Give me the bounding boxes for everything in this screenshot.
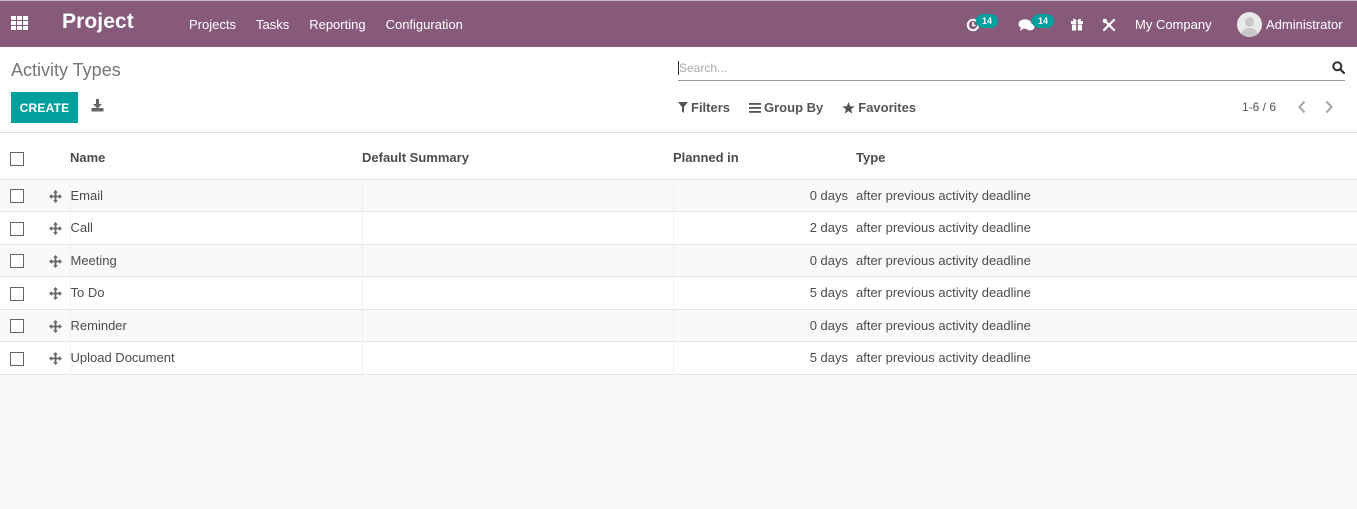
row-checkbox[interactable] bbox=[10, 254, 24, 269]
cell-type: after previous activity deadline bbox=[856, 252, 1031, 268]
favorites-label: Favorites bbox=[858, 100, 917, 115]
cell-default-summary bbox=[361, 244, 673, 277]
column-name[interactable]: Name bbox=[70, 133, 362, 180]
cell-name: Reminder bbox=[69, 309, 362, 342]
menu-reporting[interactable]: Reporting bbox=[309, 17, 365, 32]
activity-types-table: Name Default Summary Planned in Type Ema… bbox=[0, 133, 1357, 375]
favorites-button[interactable]: Favorites bbox=[842, 100, 916, 115]
cell-type: after previous activity deadline bbox=[856, 187, 1031, 203]
menu-configuration[interactable]: Configuration bbox=[386, 17, 463, 32]
filters-button[interactable]: Filters bbox=[678, 100, 730, 115]
search-icon[interactable] bbox=[1332, 61, 1345, 74]
table-row[interactable]: Call 2 days after previous activity dead… bbox=[0, 211, 1357, 244]
top-navbar: Project Projects Tasks Reporting Configu… bbox=[0, 0, 1357, 47]
filters-label: Filters bbox=[691, 100, 731, 115]
breadcrumb: Activity Types bbox=[11, 60, 121, 80]
app-title: Project bbox=[62, 10, 134, 33]
cell-name: Meeting bbox=[69, 244, 362, 277]
message-count-badge: 14 bbox=[1032, 14, 1055, 28]
group-by-button[interactable]: Group By bbox=[749, 100, 823, 115]
table-row[interactable]: Meeting 0 days after previous activity d… bbox=[0, 244, 1357, 277]
user-avatar[interactable] bbox=[1237, 12, 1262, 37]
menu-tasks[interactable]: Tasks bbox=[256, 17, 289, 32]
cell-name: Email bbox=[69, 179, 362, 212]
download-icon[interactable] bbox=[91, 99, 104, 112]
filter-icon bbox=[678, 102, 688, 113]
control-panel: Activity Types CREATE Filters Group By F… bbox=[0, 47, 1357, 133]
main-menu: Projects Tasks Reporting Configuration bbox=[189, 17, 483, 32]
cell-default-summary bbox=[361, 341, 673, 374]
user-menu[interactable]: Administrator bbox=[1266, 17, 1343, 32]
drag-handle-icon[interactable] bbox=[49, 254, 62, 268]
column-type[interactable]: Type bbox=[856, 133, 1357, 180]
search-input[interactable] bbox=[678, 58, 1318, 78]
apps-grid-icon[interactable] bbox=[11, 16, 29, 32]
cell-default-summary bbox=[361, 276, 673, 309]
row-checkbox[interactable] bbox=[10, 286, 24, 301]
table-row[interactable]: To Do 5 days after previous activity dea… bbox=[0, 276, 1357, 309]
menu-projects[interactable]: Projects bbox=[189, 17, 236, 32]
row-checkbox[interactable] bbox=[10, 189, 24, 204]
cell-planned-in: 0 days bbox=[672, 179, 856, 212]
create-button[interactable]: CREATE bbox=[11, 92, 78, 123]
cell-type: after previous activity deadline bbox=[856, 350, 1031, 366]
cell-default-summary bbox=[361, 309, 673, 342]
cell-planned-in: 2 days bbox=[672, 211, 856, 244]
star-icon bbox=[842, 101, 855, 114]
row-checkbox[interactable] bbox=[10, 319, 24, 334]
cell-planned-in: 5 days bbox=[672, 276, 856, 309]
pager-value[interactable]: 1-6 / 6 bbox=[1242, 100, 1276, 114]
drag-handle-icon[interactable] bbox=[49, 319, 62, 333]
group-by-label: Group By bbox=[764, 100, 824, 115]
table-row[interactable]: Email 0 days after previous activity dea… bbox=[0, 179, 1357, 212]
cell-default-summary bbox=[361, 211, 673, 244]
cell-type: after previous activity deadline bbox=[856, 285, 1031, 301]
chevron-right-icon[interactable] bbox=[1324, 100, 1334, 114]
cell-default-summary bbox=[361, 179, 673, 212]
activity-count-badge: 14 bbox=[976, 14, 999, 28]
messages-menu-button[interactable]: 14 bbox=[1018, 14, 1058, 33]
activity-menu-button[interactable]: 14 bbox=[966, 14, 1002, 33]
table-row[interactable]: Reminder 0 days after previous activity … bbox=[0, 309, 1357, 342]
cell-name: Call bbox=[69, 211, 362, 244]
drag-handle-icon[interactable] bbox=[49, 222, 62, 236]
activity-types-list: Name Default Summary Planned in Type Ema… bbox=[0, 133, 1357, 375]
bars-icon bbox=[749, 102, 762, 113]
cell-planned-in: 5 days bbox=[672, 341, 856, 374]
debug-tools-icon[interactable] bbox=[1102, 18, 1116, 32]
column-planned-in[interactable]: Planned in bbox=[673, 133, 856, 180]
select-all-checkbox[interactable] bbox=[10, 151, 24, 166]
chevron-left-icon[interactable] bbox=[1297, 100, 1307, 114]
table-row[interactable]: Upload Document 5 days after previous ac… bbox=[0, 341, 1357, 374]
search-options: Filters Group By Favorites bbox=[678, 100, 935, 115]
cell-name: Upload Document bbox=[69, 341, 362, 374]
company-switcher[interactable]: My Company bbox=[1135, 17, 1212, 32]
gift-icon[interactable] bbox=[1070, 17, 1084, 31]
cell-planned-in: 0 days bbox=[672, 244, 856, 277]
search-bar bbox=[678, 58, 1345, 81]
column-default-summary[interactable]: Default Summary bbox=[362, 133, 673, 180]
drag-handle-icon[interactable] bbox=[49, 287, 62, 301]
cell-type: after previous activity deadline bbox=[856, 220, 1031, 236]
row-checkbox[interactable] bbox=[10, 351, 24, 366]
row-checkbox[interactable] bbox=[10, 221, 24, 236]
drag-handle-icon[interactable] bbox=[49, 189, 62, 203]
drag-handle-icon[interactable] bbox=[49, 352, 62, 366]
table-header-row: Name Default Summary Planned in Type bbox=[0, 133, 1357, 180]
cell-planned-in: 0 days bbox=[672, 309, 856, 342]
select-all-cell bbox=[0, 133, 45, 180]
cell-name: To Do bbox=[69, 276, 362, 309]
cell-type: after previous activity deadline bbox=[856, 317, 1031, 333]
